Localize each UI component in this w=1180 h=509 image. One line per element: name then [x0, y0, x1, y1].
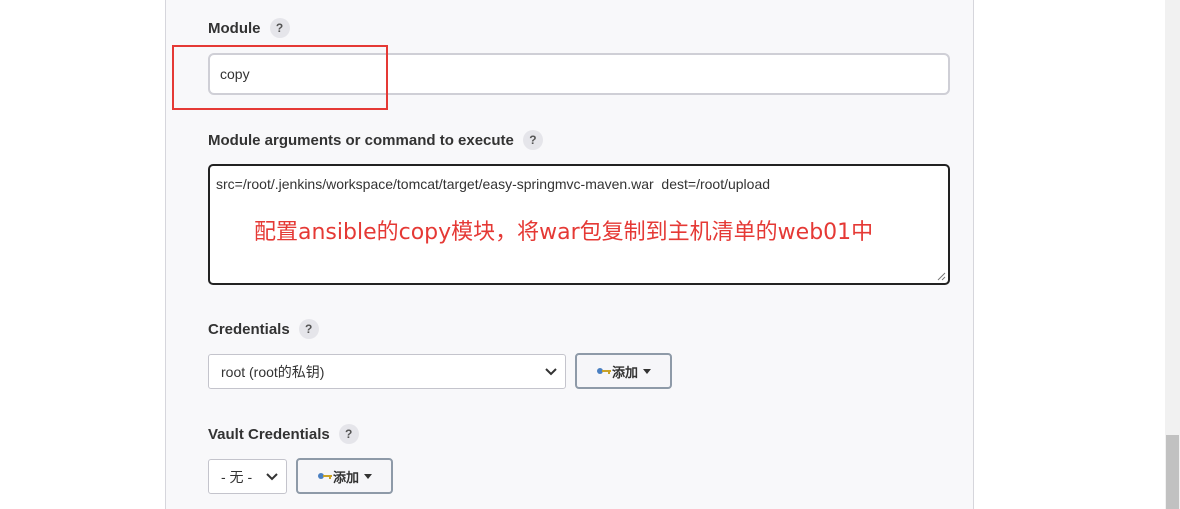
vault-add-button[interactable]: 添加 — [296, 458, 393, 494]
caret-down-icon — [364, 473, 372, 479]
chevron-down-icon — [545, 367, 557, 375]
key-icon — [596, 368, 611, 374]
vault-add-label: 添加 — [332, 469, 359, 485]
page-scrollbar[interactable] — [1165, 0, 1180, 509]
caret-down-icon — [643, 368, 651, 374]
annotation-text: 配置ansible的copy模块，将war包复制到主机清单的web01中 — [254, 220, 874, 245]
args-help-icon[interactable]: ? — [522, 130, 543, 150]
module-label-row: Module ? — [208, 18, 290, 38]
credentials-select[interactable]: root (root的私钥) — [208, 354, 566, 389]
credentials-label-row: Credentials ? — [208, 319, 319, 339]
chevron-down-icon — [266, 472, 278, 480]
resize-handle-icon[interactable] — [936, 271, 946, 281]
module-help-icon[interactable]: ? — [269, 18, 290, 38]
vault-select[interactable]: - 无 - — [208, 459, 287, 494]
credentials-add-label: 添加 — [611, 364, 638, 380]
module-highlight-box — [172, 45, 388, 110]
args-label-row: Module arguments or command to execute ? — [208, 130, 543, 150]
credentials-help-icon[interactable]: ? — [298, 319, 319, 339]
vault-selected: - 无 - — [221, 468, 253, 485]
page-scrollbar-thumb[interactable] — [1166, 435, 1179, 509]
args-label: Module arguments or command to execute — [208, 131, 514, 149]
vault-label: Vault Credentials — [208, 425, 330, 443]
credentials-add-button[interactable]: 添加 — [575, 353, 672, 389]
vault-help-icon[interactable]: ? — [338, 424, 359, 444]
module-label: Module — [208, 19, 261, 37]
vault-label-row: Vault Credentials ? — [208, 424, 359, 444]
args-value: src=/root/.jenkins/workspace/tomcat/targ… — [216, 176, 771, 192]
credentials-selected: root (root的私钥) — [221, 363, 325, 380]
credentials-label: Credentials — [208, 320, 290, 338]
key-icon — [317, 473, 332, 479]
